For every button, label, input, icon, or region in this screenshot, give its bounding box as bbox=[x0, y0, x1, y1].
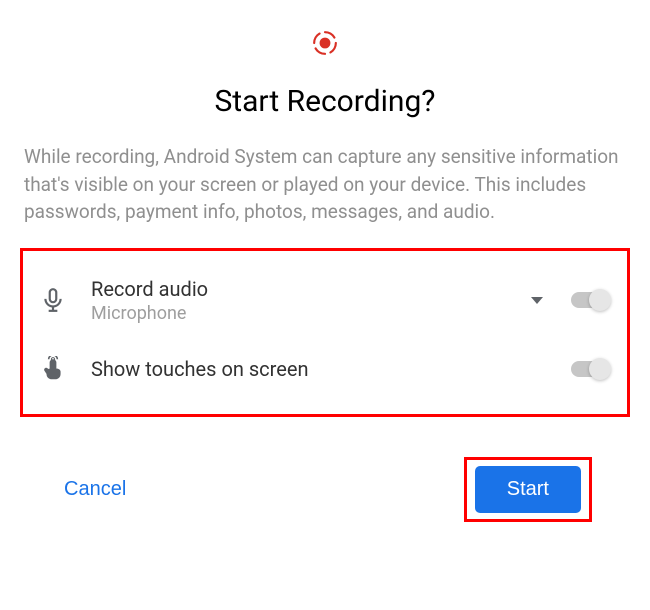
dialog-warning-text: While recording, Android System can capt… bbox=[20, 143, 630, 226]
touch-icon bbox=[37, 356, 69, 382]
show-touches-toggle[interactable] bbox=[571, 361, 607, 377]
dialog-title: Start Recording? bbox=[20, 84, 630, 119]
record-audio-sub: Microphone bbox=[91, 303, 531, 324]
record-icon bbox=[312, 30, 338, 56]
dialog-actions: Cancel Start bbox=[20, 457, 630, 522]
record-icon-wrap bbox=[20, 30, 630, 56]
record-audio-text: Record audio Microphone bbox=[91, 277, 531, 324]
chevron-down-icon[interactable] bbox=[531, 297, 543, 304]
record-audio-toggle[interactable] bbox=[571, 292, 607, 308]
record-audio-row[interactable]: Record audio Microphone bbox=[33, 269, 617, 332]
start-button[interactable]: Start bbox=[475, 466, 581, 513]
record-audio-label: Record audio bbox=[91, 277, 531, 301]
start-recording-dialog: Start Recording? While recording, Androi… bbox=[0, 0, 650, 542]
show-touches-label: Show touches on screen bbox=[91, 357, 571, 381]
options-highlight-box: Record audio Microphone Show touches on … bbox=[20, 248, 630, 417]
cancel-button[interactable]: Cancel bbox=[58, 468, 132, 511]
show-touches-row[interactable]: Show touches on screen bbox=[33, 348, 617, 390]
start-highlight-box: Start bbox=[464, 457, 592, 522]
show-touches-text: Show touches on screen bbox=[91, 357, 571, 381]
microphone-icon bbox=[37, 287, 69, 313]
